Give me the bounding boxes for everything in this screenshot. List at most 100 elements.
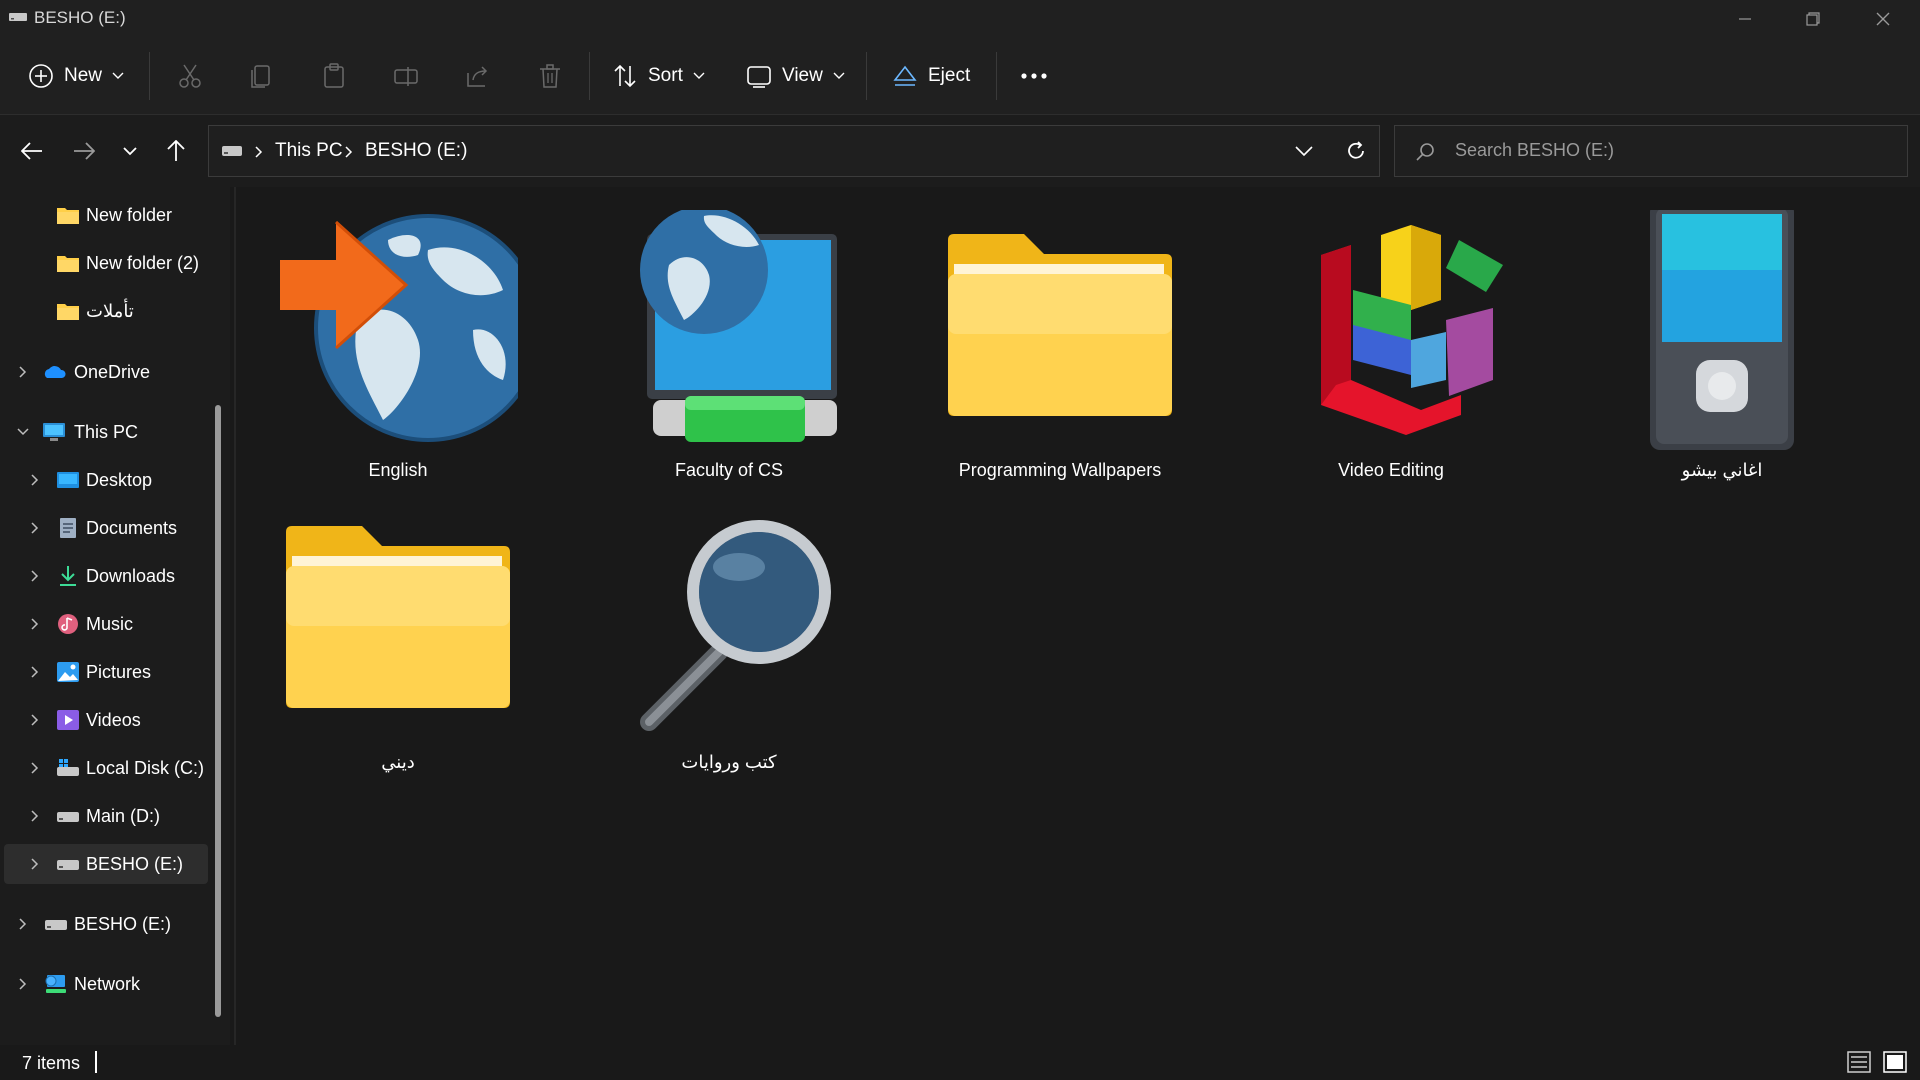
chevron-right-icon[interactable] [28,809,42,823]
sidebar-item-label: Network [74,973,141,994]
sort-arrows-icon [614,64,636,88]
chevron-right-icon[interactable] [28,761,42,775]
globe-arrow-icon [280,214,518,442]
sidebar-item-label: BESHO (E:) [74,913,172,934]
recent-locations-button[interactable] [112,133,148,169]
chevron-right-icon[interactable] [16,917,30,931]
sidebar-item-network[interactable]: Network [0,964,210,1004]
delete-button[interactable] [534,60,566,92]
more-dots-icon [1021,73,1047,79]
folder-icon [57,208,79,224]
address-history-chevron-icon[interactable] [1295,145,1313,157]
new-button[interactable]: New [28,52,124,100]
copy-button[interactable] [246,60,278,92]
sidebar-item-pictures[interactable]: Pictures [0,652,210,692]
new-label: New [64,65,103,86]
breadcrumb-this-pc[interactable]: This PC [275,140,343,162]
address-bar[interactable]: This PC BESHO (E:) [208,125,1380,177]
sidebar-scrollbar[interactable] [215,405,221,1017]
file-item-dini[interactable]: ديني [248,502,548,792]
sidebar-item-label: تأملات [86,300,134,321]
copy-icon [251,65,270,88]
sidebar-item-downloads[interactable]: Downloads [0,556,210,596]
chevron-right-icon[interactable] [28,521,42,535]
sidebar-item-main-d[interactable]: Main (D:) [0,796,210,836]
chevron-right-icon[interactable] [28,473,42,487]
network-icon [45,975,66,993]
item-count: 7 items [22,1053,81,1073]
forward-button[interactable] [66,133,102,169]
chevron-right-icon[interactable] [28,713,42,727]
file-item-programming-wallpapers[interactable]: Programming Wallpapers [910,210,1210,500]
file-item-label: Video Editing [1338,460,1444,480]
chevron-right-icon[interactable] [28,857,42,871]
search-icon [1416,143,1434,161]
view-button[interactable]: View [746,52,845,100]
trash-icon [540,64,560,88]
sort-button[interactable]: Sort [612,52,705,100]
sidebar-item-new-folder[interactable]: New folder [0,195,210,235]
title-bar: BESHO (E:) [0,0,1920,38]
sidebar-item-documents[interactable]: Documents [0,508,210,548]
search-box[interactable]: Search BESHO (E:) [1394,125,1908,177]
sidebar-item-local-disk-c[interactable]: Local Disk (C:) [0,748,210,788]
chevron-right-icon[interactable] [28,665,42,679]
large-icons-view-icon[interactable] [1882,1049,1908,1075]
chevron-right-icon[interactable] [16,365,30,379]
documents-icon [60,518,76,538]
search-placeholder: Search BESHO (E:) [1455,140,1615,160]
arrow-up-icon [167,140,185,161]
file-item-faculty-of-cs[interactable]: Faculty of CS [579,210,879,500]
pane-divider[interactable] [234,187,236,1045]
chevron-right-icon [345,146,353,158]
refresh-icon[interactable] [1345,140,1367,162]
chevron-right-icon[interactable] [16,977,30,991]
share-button[interactable] [462,60,494,92]
sidebar-item-desktop[interactable]: Desktop [0,460,210,500]
chevron-down-icon [123,147,137,156]
sidebar-item-label: Music [86,613,134,634]
command-bar: New Sort View Eject [0,38,1920,115]
minimize-icon [1739,18,1751,20]
rename-button[interactable] [390,60,422,92]
minimize-button[interactable] [1710,0,1780,38]
file-item-aghani-besho[interactable]: اغاني بيشو [1572,210,1872,500]
toolbar-separator [149,52,150,100]
sidebar-item-videos[interactable]: Videos [0,700,210,740]
drive-icon [222,146,242,156]
file-item-english[interactable]: English [248,210,548,500]
file-item-video-editing[interactable]: Video Editing [1241,210,1541,500]
breadcrumb-current-drive[interactable]: BESHO (E:) [365,140,467,162]
folder-icon [948,234,1172,416]
up-button[interactable] [158,133,194,169]
media-player-icon [1650,210,1794,450]
chevron-down-icon [693,72,705,79]
chevron-down-icon[interactable] [16,425,30,439]
chevron-right-icon[interactable] [28,569,42,583]
sidebar-item-music[interactable]: Music [0,604,210,644]
back-button[interactable] [14,133,50,169]
sidebar-item-besho-e[interactable]: BESHO (E:) [0,904,210,944]
sidebar-item-new-folder-2[interactable]: New folder (2) [0,243,210,283]
sidebar-item-label: Documents [86,517,178,538]
sidebar-item-this-pc[interactable]: This PC [0,412,210,452]
eject-button[interactable]: Eject [892,52,970,100]
close-button[interactable] [1848,0,1918,38]
cut-button[interactable] [174,60,206,92]
paste-button[interactable] [318,60,350,92]
file-item-label: كتب وروايات [681,752,777,772]
more-options-button[interactable] [1018,60,1050,92]
eject-label: Eject [928,65,971,86]
chevron-down-icon [833,72,845,79]
sidebar-item-besho-e-selected[interactable]: BESHO (E:) [4,844,208,884]
sidebar-item-taamulat[interactable]: تأملات [0,291,210,331]
restore-button[interactable] [1778,0,1848,38]
chevron-right-icon[interactable] [28,617,42,631]
scissors-icon [179,64,201,88]
chevron-right-icon [255,146,263,158]
file-item-label: English [368,460,428,480]
arrow-left-icon [21,142,42,160]
details-view-icon[interactable] [1846,1049,1872,1075]
sidebar-item-onedrive[interactable]: OneDrive [0,352,210,392]
file-item-kutub-wa-riwayat[interactable]: كتب وروايات [579,502,879,792]
